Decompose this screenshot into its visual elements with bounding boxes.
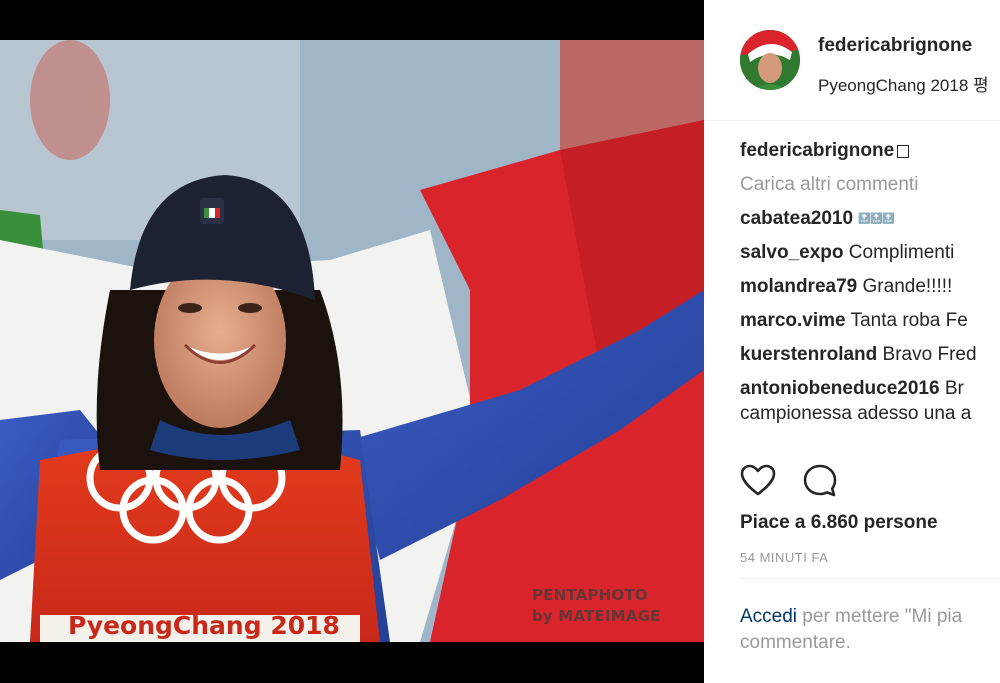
athlete-with-flag-image (0, 40, 704, 642)
comment-text: Grande!!!!! (862, 276, 953, 297)
load-more-comments-button[interactable]: Carica altri commenti (740, 174, 1000, 196)
like-button[interactable] (740, 463, 776, 499)
caption: federicabrignone (740, 140, 1000, 162)
comment-text: Tanta roba Fe (850, 310, 968, 331)
likes-count[interactable]: Piace a 6.860 persone (740, 512, 938, 534)
post-header: federicabrignone PyeongChang 2018 평 (704, 0, 1000, 121)
comment-item: marco.vime Tanta roba Fe (740, 310, 1000, 332)
comment-button[interactable] (802, 463, 838, 499)
post-timestamp[interactable]: 54 MINUTI FA (740, 550, 828, 565)
post-photo[interactable]: PENTAPHOTO by MATEIMAGE PyeongChang 2018 (0, 40, 704, 642)
divider (740, 578, 1000, 579)
speech-bubble-icon (803, 464, 837, 497)
avatar[interactable] (740, 30, 800, 90)
comment-item: cabatea2010 🔝🔝🔝 (740, 208, 1000, 230)
login-link[interactable]: Accedi (740, 606, 797, 627)
caption-username[interactable]: federicabrignone (740, 140, 894, 161)
comment-username[interactable]: kuerstenroland (740, 344, 877, 365)
comment-item: molandrea79 Grande!!!!! (740, 276, 1000, 298)
comment-username[interactable]: marco.vime (740, 310, 846, 331)
comment-text: Br (944, 378, 964, 399)
comment-text: Complimenti (848, 242, 955, 263)
login-prompt-text-continued: commentare. (740, 632, 851, 653)
comment-item: kuerstenroland Bravo Fred (740, 344, 1000, 366)
post-details-panel: federicabrignone PyeongChang 2018 평 fede… (704, 0, 1000, 683)
comment-username[interactable]: molandrea79 (740, 276, 857, 297)
bib-text: PyeongChang 2018 (68, 611, 340, 640)
login-prompt-text: per mettere "Mi pia (797, 606, 963, 627)
comment-username[interactable]: antoniobeneduce2016 (740, 378, 940, 399)
comment-text-continued: campionessa adesso una a (740, 403, 972, 424)
photo-watermark: PENTAPHOTO by MATEIMAGE (532, 585, 661, 627)
comment-text: Bravo Fred (882, 344, 977, 365)
comment-username[interactable]: cabatea2010 (740, 208, 853, 229)
comment-item: antoniobeneduce2016 Br campionessa adess… (740, 376, 1000, 426)
watermark-line-1: PENTAPHOTO (532, 586, 648, 604)
avatar-image (740, 30, 800, 90)
heart-icon (740, 464, 776, 496)
square-icon (897, 145, 910, 159)
comment-item: salvo_expo Complimenti (740, 242, 1000, 264)
watermark-line-2: by MATEIMAGE (532, 607, 661, 625)
comments-section: federicabrignone Carica altri commenti c… (740, 140, 1000, 426)
post-username[interactable]: federicabrignone (818, 35, 972, 57)
comment-username[interactable]: salvo_expo (740, 242, 844, 263)
post-location[interactable]: PyeongChang 2018 평 (818, 71, 989, 96)
comment-text: 🔝🔝🔝 (858, 213, 895, 225)
login-prompt: Accedi per mettere "Mi pia commentare. (740, 604, 1000, 656)
